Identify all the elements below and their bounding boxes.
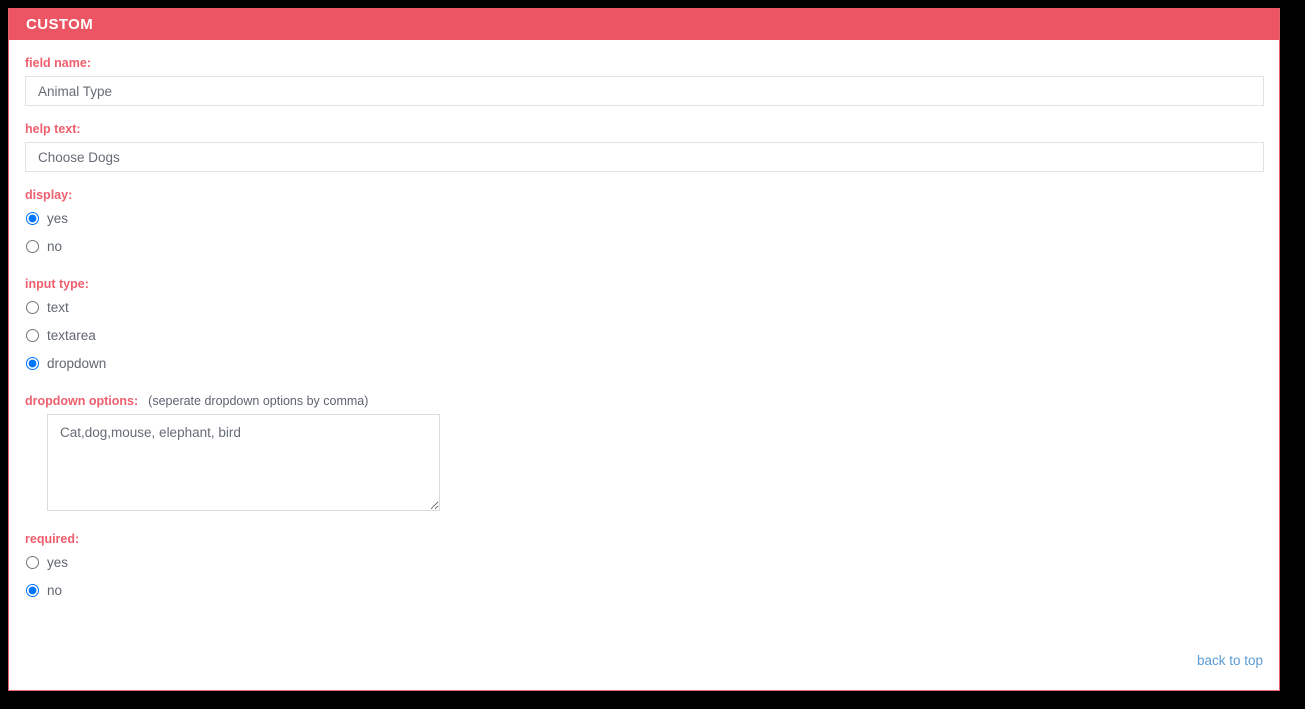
input-type-radio-text[interactable] [26, 301, 39, 314]
required-radio-yes[interactable] [26, 556, 39, 569]
panel-header: CUSTOM [9, 8, 1279, 40]
dropdown-options-hint: (seperate dropdown options by comma) [148, 394, 369, 408]
input-type-radio-textarea-label[interactable]: textarea [47, 328, 96, 344]
required-option-no[interactable]: no [25, 580, 1267, 601]
help-text-label: help text: [25, 122, 81, 136]
display-group: display: yes no [25, 188, 1267, 257]
input-type-radio-dropdown[interactable] [26, 357, 39, 370]
display-radio-no[interactable] [26, 240, 39, 253]
input-type-option-textarea[interactable]: textarea [25, 325, 1267, 346]
panel-title: CUSTOM [26, 15, 94, 33]
display-label: display: [25, 188, 73, 202]
required-radio-no[interactable] [26, 584, 39, 597]
input-type-option-text[interactable]: text [25, 297, 1267, 318]
input-type-radio-dropdown-label[interactable]: dropdown [47, 356, 106, 372]
help-text-group: help text: [25, 122, 1267, 172]
field-name-input[interactable] [25, 76, 1264, 106]
dropdown-options-group: dropdown options: (seperate dropdown opti… [25, 394, 1267, 511]
display-option-yes[interactable]: yes [25, 208, 1267, 229]
field-name-label: field name: [25, 56, 91, 70]
required-radio-yes-label[interactable]: yes [47, 555, 68, 571]
required-label: required: [25, 532, 80, 546]
dropdown-options-label: dropdown options: (seperate dropdown opti… [25, 394, 1267, 408]
required-option-yes[interactable]: yes [25, 552, 1267, 573]
display-radio-yes-label[interactable]: yes [47, 211, 68, 227]
input-type-label: input type: [25, 277, 89, 291]
display-radio-yes[interactable] [26, 212, 39, 225]
dropdown-options-textarea[interactable] [47, 414, 440, 511]
dropdown-options-label-text: dropdown options: [25, 394, 139, 408]
back-to-top-link[interactable]: back to top [1197, 653, 1263, 668]
panel-body: field name: help text: display: yes no i… [9, 40, 1279, 690]
custom-field-panel: CUSTOM field name: help text: display: y… [8, 8, 1280, 691]
required-radio-no-label[interactable]: no [47, 583, 62, 599]
input-type-radio-text-label[interactable]: text [47, 300, 69, 316]
help-text-input[interactable] [25, 142, 1264, 172]
input-type-group: input type: text textarea dropdown [25, 277, 1267, 374]
required-group: required: yes no [25, 532, 1267, 601]
input-type-radio-textarea[interactable] [26, 329, 39, 342]
display-option-no[interactable]: no [25, 236, 1267, 257]
input-type-option-dropdown[interactable]: dropdown [25, 353, 1267, 374]
display-radio-no-label[interactable]: no [47, 239, 62, 255]
field-name-group: field name: [25, 56, 1267, 106]
